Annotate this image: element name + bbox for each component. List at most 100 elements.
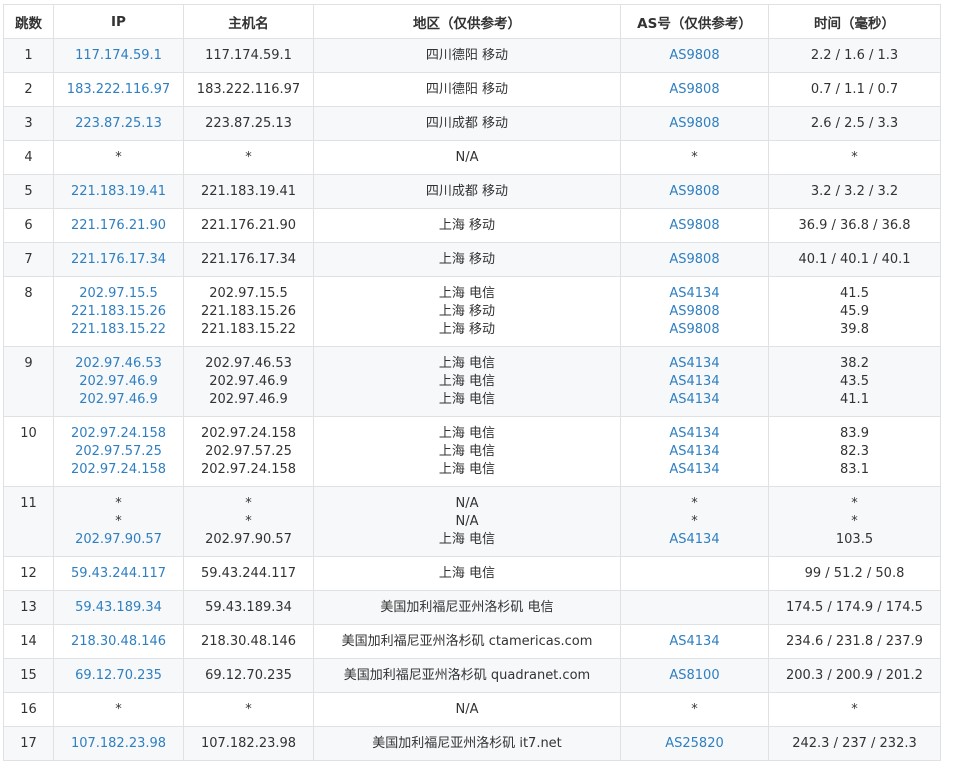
table-row: 13 59.43.189.34 59.43.189.34 美国加利福尼亚州洛杉矶 电信… <box>3 590 941 625</box>
as-link[interactable]: AS9808 <box>621 251 768 269</box>
as-link[interactable]: AS4134 <box>621 285 768 303</box>
hostname-text: 202.97.24.158 <box>200 426 297 441</box>
as-link[interactable]: AS4134 <box>621 461 768 479</box>
ip-link[interactable]: 69.12.70.235 <box>54 667 183 685</box>
table-row: 15 69.12.70.235 69.12.70.235 美国加利福尼亚州洛杉矶 qu… <box>3 658 941 693</box>
time-cell: 0.7 / 1.1 / 0.7 <box>768 72 941 107</box>
as-link[interactable]: AS9808 <box>621 47 768 65</box>
ip-cell: 221.183.19.41 <box>53 174 184 209</box>
as-link[interactable]: AS25820 <box>621 735 768 753</box>
region-cell: 上海 电信 <box>313 556 621 591</box>
ip-link[interactable]: 221.183.19.41 <box>54 183 183 201</box>
as-link[interactable]: AS4134 <box>621 425 768 443</box>
hop-number: 10 <box>20 426 37 441</box>
ip-link[interactable]: 59.43.244.117 <box>54 565 183 583</box>
as-cell: * * AS4134 <box>620 486 769 557</box>
time-cell: 2.6 / 2.5 / 3.3 <box>768 106 941 141</box>
as-link[interactable]: AS9808 <box>621 217 768 235</box>
hop-number: 12 <box>20 566 37 581</box>
hostname-cell: 223.87.25.13 <box>183 106 314 141</box>
as-link: * <box>691 702 698 717</box>
time-text: 43.5 <box>840 374 869 389</box>
region-text: 上海 移动 <box>438 252 496 267</box>
hostname-text: 202.97.57.25 <box>205 444 292 459</box>
as-link[interactable]: AS4134 <box>621 633 768 651</box>
hostname-text: 202.97.24.158 <box>200 462 297 477</box>
ip-link[interactable]: 218.30.48.146 <box>54 633 183 651</box>
ip-cell: 117.174.59.1 <box>53 38 184 73</box>
time-cell: 200.3 / 200.9 / 201.2 <box>768 658 941 693</box>
hostname-cell: * <box>183 692 314 727</box>
ip-link[interactable]: 183.222.116.97 <box>54 81 183 99</box>
region-cell: 上海 电信 上海 电信 上海 电信 <box>313 346 621 417</box>
as-cell: AS4134 AS9808 AS9808 <box>620 276 769 347</box>
ip-cell: 202.97.24.158 202.97.57.25 202.97.24.158 <box>53 416 184 487</box>
ip-link[interactable]: 117.174.59.1 <box>54 47 183 65</box>
ip-cell: 183.222.116.97 <box>53 72 184 107</box>
as-link[interactable]: AS9808 <box>621 115 768 133</box>
region-text: N/A <box>455 702 479 717</box>
ip-link[interactable]: 221.183.15.22 <box>54 321 183 339</box>
region-text: 美国加利福尼亚州洛杉矶 quadranet.com <box>343 668 591 683</box>
hostname-cell: 202.97.46.53 202.97.46.9 202.97.46.9 <box>183 346 314 417</box>
ip-link[interactable]: 202.97.90.57 <box>54 531 183 549</box>
as-link[interactable]: AS4134 <box>621 355 768 373</box>
as-link[interactable]: AS8100 <box>621 667 768 685</box>
region-cell: 四川成都 移动 <box>313 174 621 209</box>
ip-link: * <box>115 496 122 511</box>
ip-link[interactable]: 202.97.46.9 <box>54 373 183 391</box>
ip-link[interactable]: 202.97.24.158 <box>54 461 183 479</box>
hop-cell: 1 <box>3 38 54 73</box>
time-cell: 41.5 45.9 39.8 <box>768 276 941 347</box>
ip-link[interactable]: 202.97.46.9 <box>54 391 183 409</box>
hop-number: 13 <box>20 600 37 615</box>
hop-cell: 15 <box>3 658 54 693</box>
table-row: 6 221.176.21.90 221.176.21.90 上海 移动 AS9808 36… <box>3 208 941 243</box>
as-link[interactable]: AS4134 <box>621 531 768 549</box>
as-link[interactable]: AS4134 <box>621 373 768 391</box>
as-link[interactable]: AS4134 <box>621 443 768 461</box>
hop-cell: 14 <box>3 624 54 659</box>
ip-link[interactable]: 202.97.46.53 <box>54 355 183 373</box>
table-row: 7 221.176.17.34 221.176.17.34 上海 移动 AS9808 40… <box>3 242 941 277</box>
hop-number: 7 <box>24 252 33 267</box>
as-link[interactable]: AS9808 <box>621 183 768 201</box>
as-cell: AS9808 <box>620 72 769 107</box>
header-hop: 跳数 <box>3 4 54 39</box>
time-cell: 40.1 / 40.1 / 40.1 <box>768 242 941 277</box>
ip-cell: * <box>53 692 184 727</box>
as-link[interactable]: AS9808 <box>621 321 768 339</box>
hostname-cell: * * 202.97.90.57 <box>183 486 314 557</box>
as-link[interactable]: AS9808 <box>621 81 768 99</box>
hostname-cell: 107.182.23.98 <box>183 726 314 761</box>
header-row: 跳数 IP 主机名 地区（仅供参考） AS号（仅供参考） 时间（毫秒） <box>3 4 941 39</box>
ip-link[interactable]: 221.176.17.34 <box>54 251 183 269</box>
hostname-cell: 202.97.24.158 202.97.57.25 202.97.24.158 <box>183 416 314 487</box>
ip-link[interactable]: 202.97.15.5 <box>54 285 183 303</box>
time-text: 2.6 / 2.5 / 3.3 <box>810 116 899 131</box>
region-text: 四川德阳 移动 <box>425 48 509 63</box>
ip-link[interactable]: 221.183.15.26 <box>54 303 183 321</box>
ip-link[interactable]: 223.87.25.13 <box>54 115 183 133</box>
hostname-text: 218.30.48.146 <box>200 634 297 649</box>
hostname-text: 202.97.46.53 <box>205 356 292 371</box>
traceroute-table: 跳数 IP 主机名 地区（仅供参考） AS号（仅供参考） 时间（毫秒） 1 117… <box>3 4 941 761</box>
time-text: * <box>851 514 858 529</box>
ip-cell: 59.43.189.34 <box>53 590 184 625</box>
region-cell: 四川德阳 移动 <box>313 72 621 107</box>
time-text: 39.8 <box>840 322 869 337</box>
ip-link[interactable]: 107.182.23.98 <box>54 735 183 753</box>
region-cell: 上海 移动 <box>313 208 621 243</box>
ip-link: * <box>115 514 122 529</box>
hostname-text: 107.182.23.98 <box>200 736 297 751</box>
hop-cell: 2 <box>3 72 54 107</box>
region-cell: 四川德阳 移动 <box>313 38 621 73</box>
ip-link[interactable]: 202.97.24.158 <box>54 425 183 443</box>
ip-link[interactable]: 59.43.189.34 <box>54 599 183 617</box>
time-text: 103.5 <box>835 532 874 547</box>
as-link[interactable]: AS4134 <box>621 391 768 409</box>
as-link[interactable]: AS9808 <box>621 303 768 321</box>
ip-link[interactable]: 202.97.57.25 <box>54 443 183 461</box>
hop-number: 1 <box>24 48 33 63</box>
ip-link[interactable]: 221.176.21.90 <box>54 217 183 235</box>
